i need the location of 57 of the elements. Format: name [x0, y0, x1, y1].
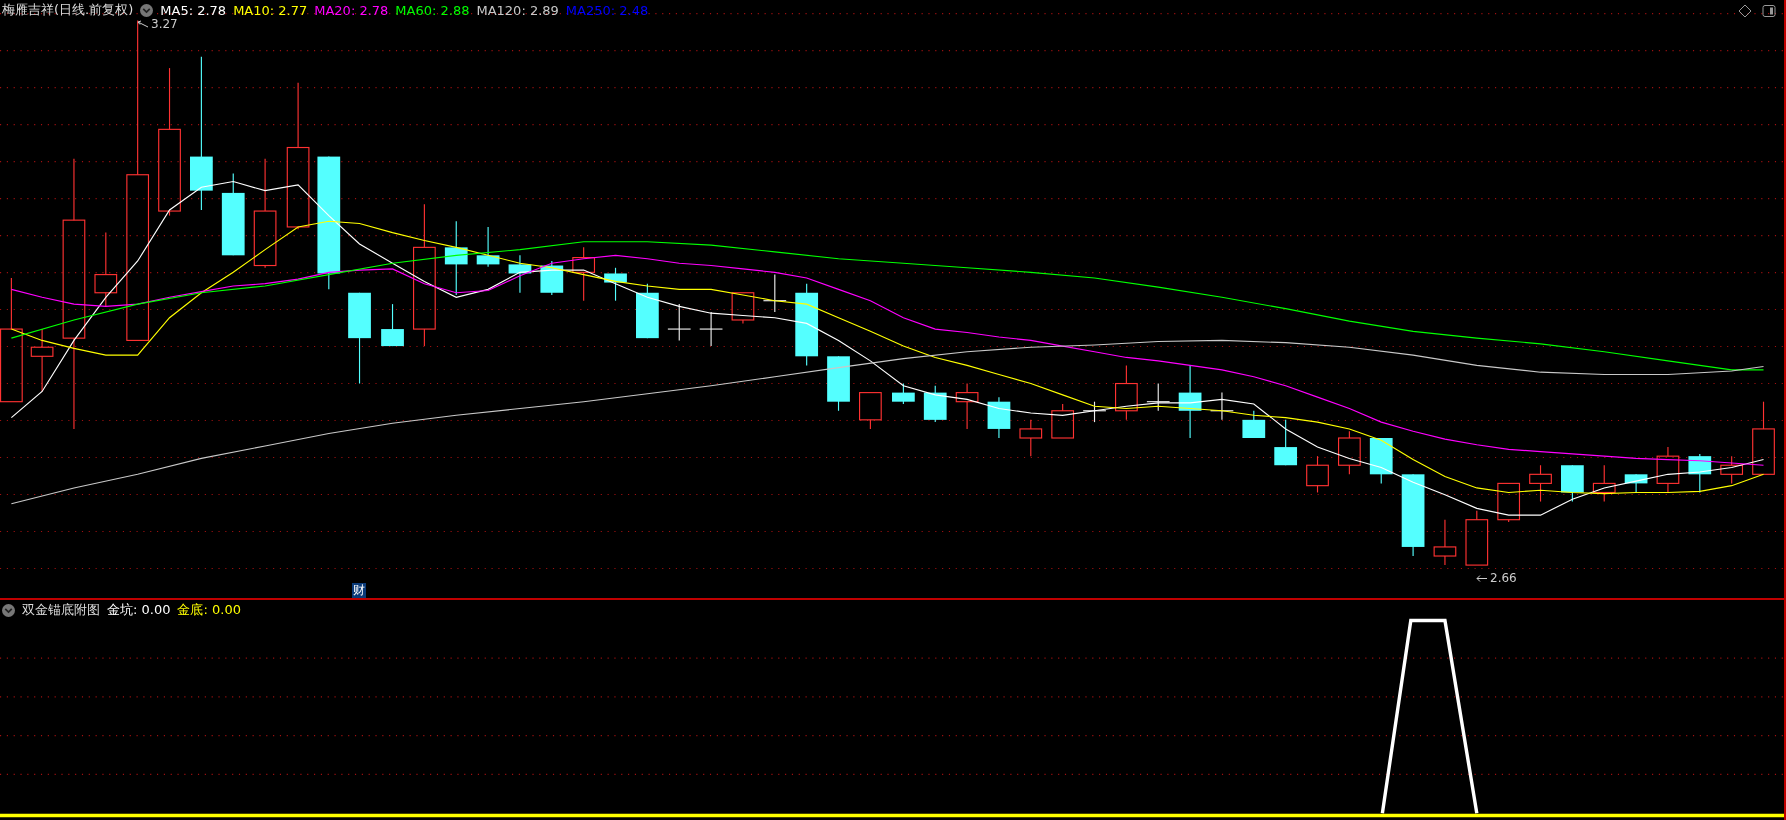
candle — [1051, 403, 1075, 439]
moving-average-value: MA10: 2.77 — [233, 2, 308, 18]
candle — [1369, 437, 1393, 484]
moving-average-value: MA250: 2.48 — [565, 2, 649, 18]
candle — [1561, 464, 1584, 503]
event-marker[interactable]: 财 — [352, 583, 366, 598]
candle — [1338, 430, 1361, 475]
arrow-icon — [1476, 573, 1488, 583]
low-price-label: 2.66 — [1490, 571, 1517, 585]
candle — [1497, 482, 1521, 523]
candle — [1529, 464, 1552, 503]
candle — [604, 267, 627, 302]
chart-title: 梅雁吉祥(日线.前复权) — [2, 1, 134, 19]
candle — [987, 396, 1011, 439]
candle — [1306, 455, 1329, 494]
candle — [1720, 455, 1744, 484]
moving-average-value: MA120: 2.89 — [476, 2, 559, 18]
indicator-value: 金坑: 0.00 — [107, 601, 171, 619]
candle — [1624, 473, 1648, 494]
candle — [859, 392, 882, 430]
candle — [1433, 519, 1457, 566]
moving-average-value: MA20: 2.78 — [314, 2, 389, 18]
candle — [762, 274, 787, 313]
candle — [1115, 364, 1138, 421]
high-price-label: 3.27 — [151, 17, 178, 31]
candle — [1465, 510, 1489, 566]
candle — [892, 382, 915, 405]
candle — [1656, 446, 1680, 494]
arrow-icon — [137, 19, 149, 29]
candle — [636, 283, 659, 339]
candle — [1082, 401, 1107, 423]
candle — [1019, 419, 1043, 457]
candle — [476, 226, 500, 268]
candle — [1688, 453, 1712, 494]
candle — [381, 303, 404, 347]
indicator-value: 金底: 0.00 — [177, 601, 241, 619]
collapse-icon[interactable] — [140, 3, 154, 17]
candle — [1592, 464, 1616, 503]
candle — [1242, 410, 1266, 439]
candle — [731, 292, 755, 324]
candle — [1146, 382, 1171, 412]
diamond-icon[interactable] — [1738, 4, 1752, 18]
candle — [955, 382, 979, 430]
indicator-title: 双金锚底附图 — [22, 601, 100, 619]
candle — [540, 260, 564, 296]
candle — [1274, 419, 1298, 466]
candle — [30, 328, 54, 393]
moving-average-value: MA60: 2.88 — [395, 2, 470, 18]
panel-toggle-icon[interactable] — [1762, 4, 1776, 18]
candle — [508, 254, 532, 294]
candle — [923, 385, 947, 423]
candle — [827, 355, 850, 412]
moving-average-value: MA5: 2.78 — [160, 2, 227, 18]
collapse-icon[interactable] — [2, 603, 15, 617]
candle — [699, 311, 724, 347]
candle — [667, 303, 692, 341]
candle — [572, 246, 596, 302]
